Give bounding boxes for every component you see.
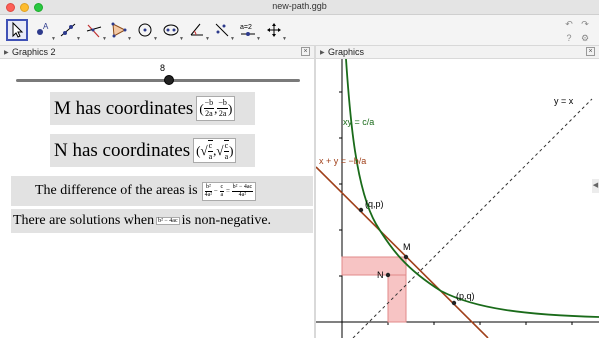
window-title: new-path.ggb <box>272 1 327 11</box>
conic-tool-button[interactable]: ▼ <box>160 19 184 42</box>
redo-icon[interactable]: ↷ <box>579 18 591 30</box>
toolbar: A ▼ ▼ ▼ ▼ ▼ ▼ ▼ ▼ a=2 ▼ ▼ ↶ ↷ ? ⚙ <box>0 15 599 46</box>
m-coordinates-text[interactable]: M has coordinates (−b 2a, −b 2a) <box>50 92 255 125</box>
solutions-text[interactable]: There are solutions when b² − 4ac is non… <box>11 209 313 233</box>
pointer-icon <box>12 21 24 38</box>
svg-text:A: A <box>43 22 49 31</box>
difference-areas-text[interactable]: The difference of the areas is b² 4a² − c… <box>11 176 313 206</box>
polygon-icon <box>111 22 127 38</box>
svg-text:a=2: a=2 <box>240 24 252 31</box>
undo-icon[interactable]: ↶ <box>563 18 575 30</box>
solutions-post-label: is non-negative. <box>181 213 272 228</box>
angle-tool-button[interactable]: ▼ <box>186 19 210 42</box>
move-arrows-icon <box>267 23 281 37</box>
diagonal-label: y = x <box>554 96 574 106</box>
difference-label: The difference of the areas is <box>35 183 198 198</box>
graphics2-title: Graphics 2 <box>12 47 56 57</box>
graphics2-view[interactable]: 8 M has coordinates (−b 2a, −b 2a) N has co… <box>0 59 314 338</box>
point-m[interactable] <box>403 254 409 260</box>
qp-label: (q,p) <box>365 199 384 209</box>
slider-track[interactable] <box>16 79 300 82</box>
perpendicular-line-icon <box>86 24 102 38</box>
graphics-view[interactable]: xy = c/a x + y = −b/a y = x (q,p) (p,q) … <box>316 59 599 338</box>
slider-value: 8 <box>160 63 166 73</box>
point-icon: A <box>37 22 49 35</box>
help-icon[interactable]: ? <box>563 32 575 44</box>
n-point-label: N <box>377 270 384 280</box>
point-tool-button[interactable]: A ▼ <box>32 19 56 42</box>
polygon-tool-button[interactable]: ▼ <box>108 19 132 42</box>
graphics-title: Graphics <box>328 47 365 57</box>
side-panel-toggle[interactable]: ◀ <box>592 179 599 193</box>
gear-icon[interactable]: ⚙ <box>579 32 591 44</box>
area-rectangle-horizontal <box>341 256 407 276</box>
m-coordinates-formula: (−b 2a, −b 2a) <box>196 96 236 121</box>
point-n[interactable] <box>385 272 391 278</box>
collapse-triangle-icon[interactable]: ▶ <box>4 49 9 56</box>
collapse-triangle-icon[interactable]: ▶ <box>320 49 325 56</box>
hyperbola-label: xy = c/a <box>343 117 374 127</box>
circle-tool-button[interactable]: ▼ <box>134 19 158 42</box>
area-rectangle-vertical <box>387 274 407 323</box>
angle-icon <box>190 23 203 36</box>
close-panel-button[interactable]: × <box>301 47 310 56</box>
slider-tool-button[interactable]: a=2 ▼ <box>237 19 261 42</box>
circle-icon <box>138 23 152 37</box>
point-qp[interactable] <box>358 207 364 213</box>
discriminant-formula: b² − 4ac <box>156 217 180 225</box>
perpendicular-tool-button[interactable]: ▼ <box>83 19 107 42</box>
move-tool-button[interactable] <box>6 19 28 41</box>
line-label: x + y = −b/a <box>319 156 366 166</box>
ellipse-icon <box>163 24 179 36</box>
line-tool-button[interactable]: ▼ <box>57 19 81 42</box>
close-panel-button[interactable]: × <box>586 47 595 56</box>
point-pq[interactable] <box>451 300 457 306</box>
m-point-label: M <box>403 242 411 252</box>
graphics-header: ▶ Graphics × <box>316 46 599 59</box>
n-coordinates-text[interactable]: N has coordinates (√ c a ,√ c a) <box>50 134 255 167</box>
solutions-pre-label: There are solutions when <box>13 213 155 228</box>
pq-label: (p,q) <box>456 291 475 301</box>
graphics2-header: ▶ Graphics 2 × <box>0 46 314 59</box>
line-icon <box>60 23 76 37</box>
difference-formula: b² 4a² − ca = b² − 4ac 4a² <box>201 181 257 201</box>
move-graphics-tool-button[interactable]: ▼ <box>263 19 287 42</box>
slider-icon: a=2 <box>240 24 255 36</box>
slider-knob[interactable] <box>164 75 175 85</box>
reflect-tool-button[interactable]: ▼ <box>211 19 235 42</box>
reflect-icon <box>215 23 229 37</box>
n-coordinates-formula: (√ c a ,√ c a) <box>193 138 237 163</box>
n-label: N has coordinates <box>54 139 191 161</box>
m-label: M has coordinates <box>54 97 194 119</box>
graph-canvas[interactable]: xy = c/a x + y = −b/a y = x (q,p) (p,q) … <box>316 59 599 338</box>
window-titlebar: new-path.ggb <box>0 0 599 15</box>
